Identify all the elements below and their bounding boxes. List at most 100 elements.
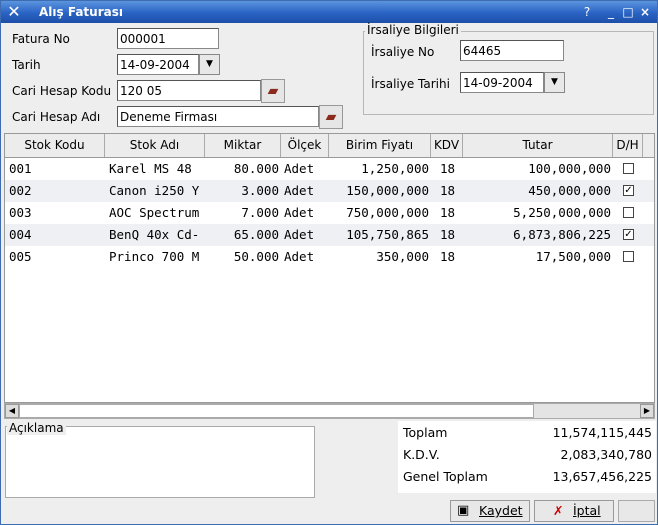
genel-toplam-value: 13,657,456,225 [552, 469, 652, 484]
kdv-label: K.D.V. [403, 447, 440, 462]
kdv-value: 2,083,340,780 [560, 447, 652, 462]
app-x-icon: ✕ [7, 2, 21, 21]
cell-kdv: 18 [440, 205, 456, 220]
cell-birim-fiyati: 1,250,000 [361, 161, 429, 176]
irsaliye-tarihi-dropdown-button[interactable]: ▼ [544, 72, 565, 93]
cell-olcek: Adet [284, 205, 315, 220]
chevron-down-icon: ▼ [206, 59, 213, 69]
cell-kdv: 18 [440, 249, 456, 264]
kaydet-label: Kaydet [479, 503, 523, 518]
dh-checkbox[interactable]: ✓ [623, 185, 634, 196]
table-row[interactable]: 004 BenQ 40x Cd- 65.000 Adet 105,750,865… [5, 224, 654, 246]
aciklama-textarea[interactable] [5, 426, 315, 498]
fatura-no-input[interactable]: 000001 [117, 28, 219, 49]
title-bar[interactable]: ✕ Alış Faturası ? _ □ × [1, 1, 657, 23]
table-row[interactable]: 002 Canon i250 Y 3.000 Adet 150,000,000 … [5, 180, 654, 202]
cell-birim-fiyati: 750,000,000 [346, 205, 429, 220]
cari-kodu-label: Cari Hesap Kodu [12, 84, 112, 98]
irsaliye-no-label: İrsaliye No [371, 45, 435, 59]
cell-birim-fiyati: 105,750,865 [346, 227, 429, 242]
cell-tutar: 5,250,000,000 [513, 205, 611, 220]
col-dh[interactable]: D/H [613, 134, 643, 157]
scroll-left-button[interactable]: ◀ [5, 404, 19, 418]
scroll-thumb[interactable] [19, 404, 534, 418]
scroll-right-button[interactable]: ▶ [640, 404, 654, 418]
cell-stok-kodu: 003 [9, 205, 32, 220]
col-stok-kodu[interactable]: Stok Kodu [5, 134, 105, 157]
dh-checkbox[interactable] [623, 207, 634, 218]
genel-toplam-label: Genel Toplam [403, 469, 488, 484]
col-stok-adi[interactable]: Stok Adı [105, 134, 205, 157]
cell-kdv: 18 [440, 161, 456, 176]
check-icon: ✓ [624, 185, 633, 196]
cari-adi-input[interactable]: Deneme Firması [117, 106, 319, 127]
col-olcek[interactable]: Ölçek [281, 134, 329, 157]
minimize-button[interactable]: _ [604, 5, 618, 19]
table-row[interactable]: 005 Princo 700 M 50.000 Adet 350,000 18 … [5, 246, 654, 268]
dh-checkbox[interactable]: ✓ [623, 229, 634, 240]
floppy-disk-icon: ▣ [457, 503, 470, 518]
table-header: Stok Kodu Stok Adı Miktar Ölçek Birim Fi… [5, 134, 654, 158]
arrow-left-icon: ◀ [8, 406, 16, 415]
tarih-dropdown-button[interactable]: ▼ [199, 54, 220, 75]
cancel-x-icon: ✗ [553, 503, 564, 518]
col-miktar[interactable]: Miktar [205, 134, 281, 157]
toplam-label: Toplam [403, 425, 448, 440]
cell-tutar: 100,000,000 [528, 161, 611, 176]
cell-stok-adi: Karel MS 48 [109, 161, 192, 176]
aciklama-label: Açıklama [7, 421, 66, 435]
stock-table[interactable]: Stok Kodu Stok Adı Miktar Ölçek Birim Fi… [4, 133, 655, 403]
fatura-no-label: Fatura No [12, 32, 70, 46]
cell-stok-kodu: 005 [9, 249, 32, 264]
check-icon: ✓ [624, 229, 633, 240]
col-birim-fiyati[interactable]: Birim Fiyatı [329, 134, 431, 157]
col-tutar[interactable]: Tutar [463, 134, 613, 157]
arrow-right-icon: ▶ [643, 406, 651, 415]
iptal-button[interactable]: ✗ İptal [534, 500, 614, 522]
cell-birim-fiyati: 150,000,000 [346, 183, 429, 198]
invoice-window: ✕ Alış Faturası ? _ □ × Fatura No 000001… [0, 0, 658, 525]
cell-olcek: Adet [284, 183, 315, 198]
col-kdv[interactable]: KDV [431, 134, 463, 157]
toplam-row: Toplam 11,574,115,445 [398, 421, 656, 443]
kdv-row: K.D.V. 2,083,340,780 [398, 443, 656, 465]
maximize-button[interactable]: □ [621, 5, 635, 19]
totals-panel: Toplam 11,574,115,445 K.D.V. 2,083,340,7… [398, 421, 656, 493]
chevron-down-icon: ▼ [551, 77, 558, 87]
cell-stok-kodu: 004 [9, 227, 32, 242]
table-row[interactable]: 001 Karel MS 48 80.000 Adet 1,250,000 18… [5, 158, 654, 180]
cell-stok-kodu: 001 [9, 161, 32, 176]
cell-stok-kodu: 002 [9, 183, 32, 198]
cell-tutar: 6,873,806,225 [513, 227, 611, 242]
cell-kdv: 18 [440, 227, 456, 242]
tarih-input[interactable]: 14-09-2004 [117, 54, 199, 75]
cell-miktar: 65.000 [233, 227, 279, 242]
horizontal-scrollbar[interactable]: ◀ ▶ [4, 403, 655, 419]
dh-checkbox[interactable] [623, 163, 634, 174]
help-button[interactable]: ? [580, 5, 594, 19]
cari-adi-lookup-button[interactable]: ▰ [319, 105, 343, 129]
cell-birim-fiyati: 350,000 [376, 249, 429, 264]
irsaliye-tarihi-input[interactable]: 14-09-2004 [460, 72, 544, 93]
cell-tutar: 450,000,000 [528, 183, 611, 198]
cell-miktar: 7.000 [241, 205, 279, 220]
table-row[interactable]: 003 AOC Spectrum 7.000 Adet 750,000,000 … [5, 202, 654, 224]
cell-kdv: 18 [440, 183, 456, 198]
book-icon: ▰ [325, 109, 337, 125]
cell-stok-adi: AOC Spectrum [109, 205, 200, 220]
cell-olcek: Adet [284, 227, 315, 242]
cari-adi-label: Cari Hesap Adı [12, 110, 101, 124]
cell-miktar: 50.000 [233, 249, 279, 264]
close-button[interactable]: × [638, 5, 652, 19]
resize-grip[interactable] [618, 500, 655, 522]
irsaliye-no-input[interactable]: 64465 [460, 40, 564, 61]
cari-kodu-input[interactable]: 120 05 [117, 80, 261, 101]
cari-kodu-lookup-button[interactable]: ▰ [261, 79, 285, 103]
window-title: Alış Faturası [39, 5, 123, 19]
dh-checkbox[interactable] [623, 251, 634, 262]
book-icon: ▰ [267, 83, 279, 99]
kaydet-button[interactable]: ▣ Kaydet [450, 500, 530, 522]
cell-stok-adi: Princo 700 M [109, 249, 200, 264]
cell-miktar: 3.000 [241, 183, 279, 198]
tarih-label: Tarih [12, 58, 41, 72]
